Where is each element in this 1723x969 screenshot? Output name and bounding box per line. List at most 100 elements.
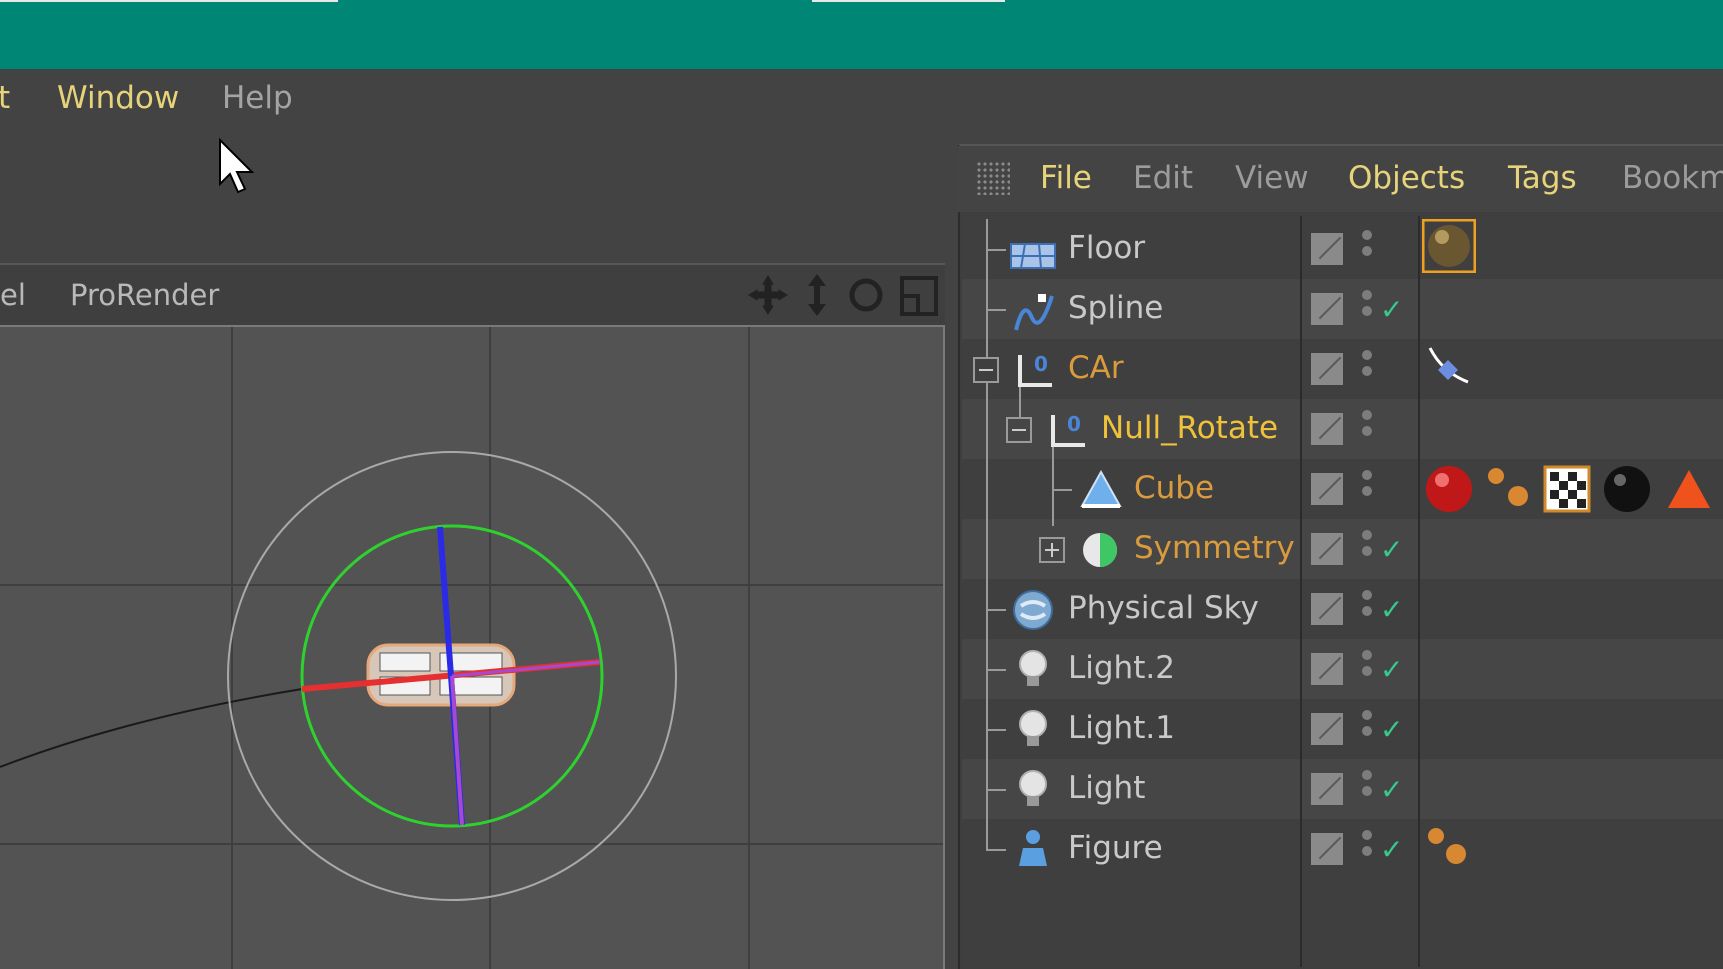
align-to-spline-tag-icon[interactable] [1424,342,1474,392]
om-menu-objects[interactable]: Objects [1348,160,1465,196]
light-icon [1019,710,1047,746]
layer-toggle[interactable] [1311,413,1343,445]
visibility-dots[interactable] [1362,230,1372,262]
layer-toggle[interactable] [1311,833,1343,865]
object-name-light-1[interactable]: Light.1 [1068,710,1175,746]
object-name-floor[interactable]: Floor [1068,230,1145,266]
brown-material-tag-icon[interactable] [1422,219,1476,273]
triangle-warning-tag-icon[interactable] [1664,464,1714,514]
title-bar-tab-strip [812,0,1005,2]
object-name-physical-sky[interactable]: Physical Sky [1068,590,1259,626]
layer-toggle[interactable] [1311,233,1343,265]
cube-icon [1080,469,1122,508]
menu-item-help[interactable]: Help [222,80,293,116]
collapse-toggle-icon[interactable] [1006,417,1032,443]
symmetry-icon [1083,533,1117,567]
visibility-dots[interactable] [1362,350,1372,382]
layer-toggle[interactable] [1311,773,1343,805]
light-icon [1019,650,1047,686]
enabled-check-icon[interactable]: ✓ [1380,533,1403,566]
object-name-car[interactable]: CAr [1068,350,1124,386]
viewport-menu-prorender[interactable]: ProRender [70,278,219,312]
tree-line [986,309,1006,311]
layer-toggle[interactable] [1311,293,1343,325]
visibility-dots[interactable] [1362,770,1372,802]
om-menu-bookmarks[interactable]: Bookm [1622,160,1723,196]
enabled-check-icon[interactable]: ✓ [1380,593,1403,626]
expand-toggle-icon[interactable] [1039,537,1065,563]
phong-tag-icon[interactable] [1424,824,1474,874]
tree-line [986,669,1006,671]
collapse-toggle-icon[interactable] [973,357,999,383]
light-icon [1019,770,1047,806]
om-menu-view[interactable]: View [1235,160,1309,196]
visibility-dots[interactable] [1362,650,1372,682]
checker-material-tag-icon[interactable] [1542,464,1592,514]
enabled-check-icon[interactable]: ✓ [1380,833,1403,866]
svg-text:0: 0 [1034,352,1048,376]
tree-line [1052,444,1054,526]
figure-icon [1019,830,1047,866]
menu-item-window[interactable]: Window [57,80,179,116]
svg-text:0: 0 [1067,412,1081,436]
enabled-check-icon[interactable]: ✓ [1380,773,1403,806]
visibility-dots[interactable] [1362,290,1372,322]
tree-line [986,249,1006,251]
maximize-icon[interactable] [900,276,938,316]
visibility-dots[interactable] [1362,530,1372,562]
layer-toggle[interactable] [1311,653,1343,685]
object-name-light-2[interactable]: Light.2 [1068,650,1175,686]
sky-icon [1013,590,1053,630]
title-bar-tab-strip [0,0,338,2]
visibility-dots[interactable] [1362,410,1372,442]
phong-tag-icon[interactable] [1484,464,1534,514]
visibility-dots[interactable] [1362,470,1372,502]
layer-toggle[interactable] [1311,593,1343,625]
enabled-check-icon[interactable]: ✓ [1380,713,1403,746]
tree-line [986,609,1006,611]
om-menu-edit[interactable]: Edit [1133,160,1193,196]
title-bar [0,0,1723,69]
layer-toggle[interactable] [1311,473,1343,505]
tree-line [986,729,1006,731]
object-name-spline[interactable]: Spline [1068,290,1163,326]
viewport-nav-icons [748,274,938,316]
rotate-icon[interactable] [849,278,883,312]
panel-grip-icon[interactable] [976,161,1010,195]
null-icon: 0 [1018,352,1052,387]
layer-toggle[interactable] [1311,533,1343,565]
column-divider [1418,216,1420,967]
layer-toggle[interactable] [1311,713,1343,745]
red-material-tag-icon[interactable] [1422,462,1476,516]
menu-item-script[interactable]: t [0,80,10,116]
black-material-tag-icon[interactable] [1600,462,1654,516]
object-name-light[interactable]: Light [1068,770,1145,806]
enabled-check-icon[interactable]: ✓ [1380,293,1403,326]
spline-path [0,688,303,768]
object-name-symmetry[interactable]: Symmetry [1134,530,1295,566]
object-name-null-rotate[interactable]: Null_Rotate [1101,410,1278,446]
om-menu-file[interactable]: File [1040,160,1092,196]
visibility-dots[interactable] [1362,590,1372,622]
enabled-check-icon[interactable]: ✓ [1380,653,1403,686]
null-icon: 0 [1051,412,1085,447]
column-divider [1300,216,1302,967]
tree-line [1052,489,1072,491]
viewport-3d[interactable] [0,325,945,969]
visibility-dots[interactable] [1362,830,1372,862]
object-name-figure[interactable]: Figure [1068,830,1163,866]
tree-line [986,219,988,849]
spline-icon [1014,294,1054,331]
tree-line [986,789,1006,791]
dolly-icon[interactable] [808,274,826,316]
layer-toggle[interactable] [1311,353,1343,385]
om-menu-tags[interactable]: Tags [1508,160,1577,196]
tree-line [986,849,1006,851]
visibility-dots[interactable] [1362,710,1372,742]
object-name-cube[interactable]: Cube [1134,470,1214,506]
mouse-cursor-icon [219,138,255,194]
viewport-scene [0,327,943,969]
move-icon[interactable] [748,275,788,315]
viewport-menu-panel[interactable]: el [0,278,26,312]
floor-icon [1010,243,1056,269]
